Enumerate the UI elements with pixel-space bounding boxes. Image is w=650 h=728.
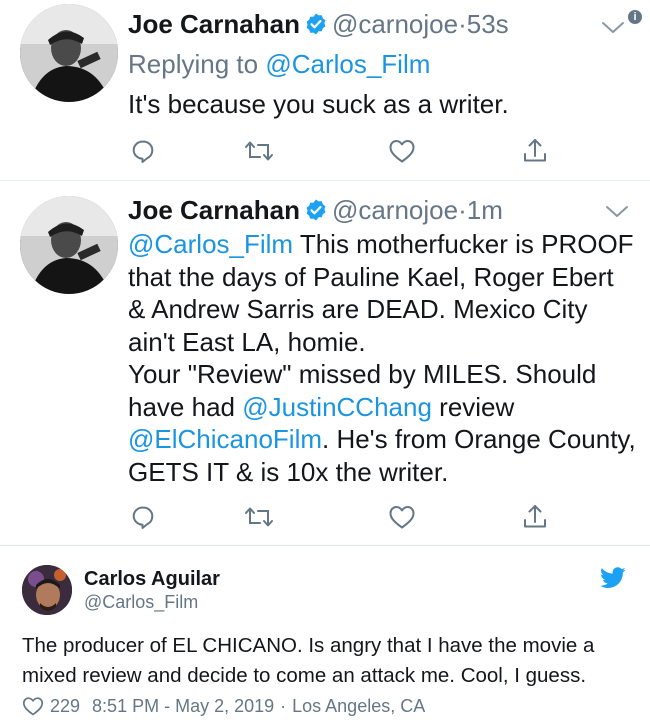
- like-icon: [389, 506, 415, 529]
- replying-label: Replying to: [128, 49, 266, 79]
- separator-dot: ·: [458, 195, 467, 225]
- mention-link[interactable]: @JustinCChang: [242, 392, 432, 422]
- info-badge-icon: i: [628, 10, 642, 24]
- replying-to: Replying to @Carlos_Film: [128, 48, 430, 80]
- twitter-bird-icon[interactable]: [600, 567, 626, 589]
- share-icon: [524, 139, 546, 162]
- replying-mention-link[interactable]: @Carlos_Film: [265, 49, 430, 79]
- tweet-actions: [0, 136, 650, 166]
- like-icon: [389, 140, 415, 163]
- share-icon: [524, 505, 546, 528]
- reply-icon: [132, 506, 154, 529]
- like-count: 229: [50, 696, 81, 716]
- avatar[interactable]: [20, 196, 118, 294]
- avatar[interactable]: [20, 4, 118, 102]
- mention-link[interactable]: @ElChicanoFilm: [128, 424, 322, 454]
- tweet-time[interactable]: 1m: [467, 195, 503, 225]
- retweet-icon: [245, 141, 273, 161]
- author-handle[interactable]: @carnojoe: [332, 195, 458, 225]
- verified-icon: [306, 199, 326, 221]
- tweet-text: @Carlos_Film This motherfucker is PROOF …: [128, 228, 638, 488]
- tweet-text: It's because you suck as a writer.: [128, 89, 509, 119]
- heart-icon[interactable]: [22, 696, 44, 716]
- like-button[interactable]: [387, 136, 417, 166]
- tweet-actions: [0, 502, 650, 532]
- verified-icon: [306, 13, 326, 35]
- avatar[interactable]: [22, 565, 72, 615]
- location-link[interactable]: Los Angeles, CA: [292, 695, 425, 717]
- chevron-down-icon[interactable]: [600, 18, 626, 36]
- separator-dot: ·: [458, 9, 467, 39]
- tweet-header: Joe Carnahan @carnojoe·1m: [128, 194, 610, 226]
- tweet-meta: 229 8:51 PM - May 2, 2019 · Los Angeles,…: [22, 695, 425, 717]
- chevron-down-icon[interactable]: [604, 202, 630, 220]
- tweet-time[interactable]: 53s: [467, 9, 509, 39]
- share-button[interactable]: [520, 136, 550, 166]
- separator-dot: ·: [280, 696, 287, 716]
- tweet-text: The producer of EL CHICANO. Is angry tha…: [22, 634, 595, 687]
- tweet-text-segment: review: [431, 391, 515, 422]
- retweet-icon: [245, 507, 273, 527]
- reply-icon: [132, 140, 154, 163]
- author-name[interactable]: Carlos Aguilar: [84, 567, 220, 591]
- timestamp[interactable]: 8:51 PM - May 2, 2019: [92, 695, 274, 717]
- author-name[interactable]: Joe Carnahan: [128, 9, 300, 39]
- tweet-1: Joe Carnahan @carnojoe·53s i Replying to …: [0, 0, 650, 181]
- reply-button[interactable]: [128, 502, 158, 532]
- author-handle[interactable]: @Carlos_Film: [84, 591, 198, 613]
- like-button[interactable]: [387, 502, 417, 532]
- author-name[interactable]: Joe Carnahan: [128, 195, 300, 225]
- tweet-2: Joe Carnahan @carnojoe·1m @Carlos_Film Th…: [0, 182, 650, 546]
- share-button[interactable]: [520, 502, 550, 532]
- tweet-header: Joe Carnahan @carnojoe·53s: [128, 8, 610, 40]
- embedded-tweet: Carlos Aguilar @Carlos_Film The producer…: [0, 547, 650, 728]
- retweet-button[interactable]: [244, 136, 274, 166]
- mention-link[interactable]: @Carlos_Film: [128, 229, 293, 259]
- author-handle[interactable]: @carnojoe: [332, 9, 458, 39]
- reply-button[interactable]: [128, 136, 158, 166]
- retweet-button[interactable]: [244, 502, 274, 532]
